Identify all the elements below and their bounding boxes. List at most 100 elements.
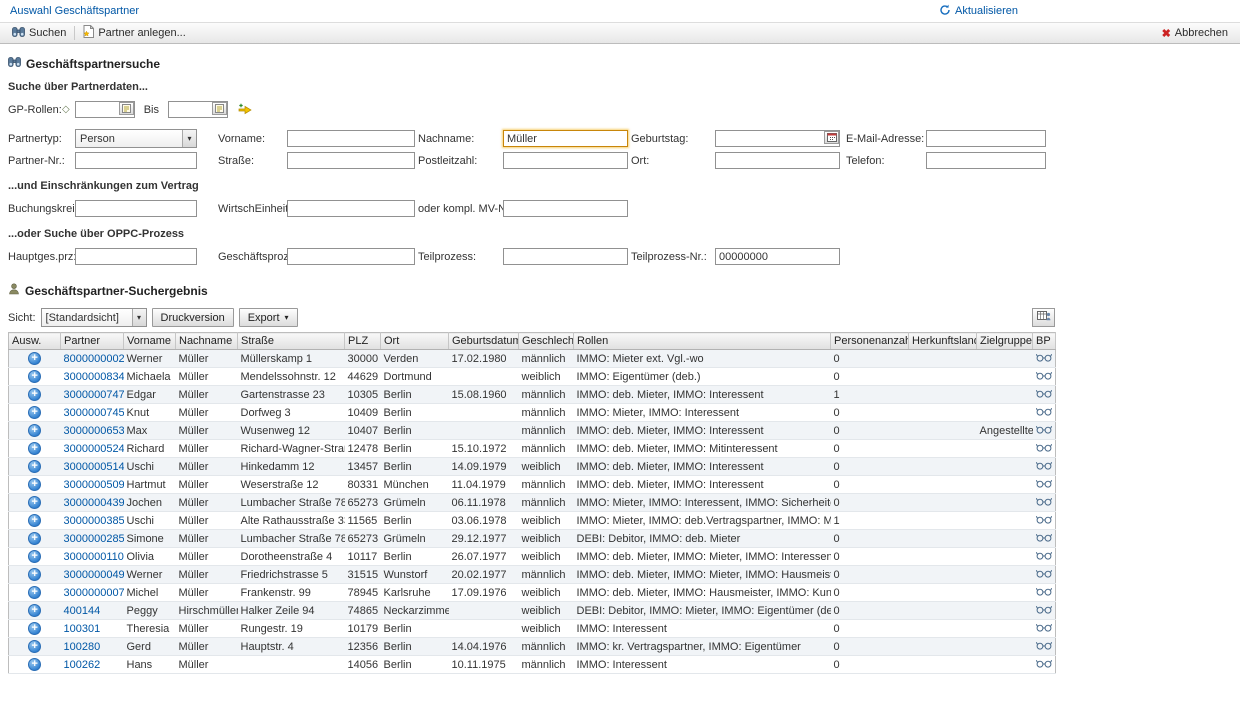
print-version-button[interactable]: Druckversion bbox=[152, 308, 234, 327]
gp-rollen-to-valuehelp-button[interactable] bbox=[212, 102, 227, 115]
select-partner-icon[interactable]: + bbox=[28, 586, 41, 599]
column-header-3[interactable]: Nachname bbox=[176, 333, 238, 350]
bp-glasses-icon[interactable] bbox=[1033, 476, 1056, 494]
partner-link[interactable]: 3000000509 bbox=[64, 479, 124, 491]
partner-link[interactable]: 3000000049 bbox=[64, 569, 124, 581]
column-header-9[interactable]: Rollen bbox=[574, 333, 831, 350]
geburtstag-input[interactable] bbox=[715, 130, 840, 147]
telefon-input[interactable] bbox=[926, 152, 1046, 169]
cell-herkunftsland bbox=[909, 476, 977, 494]
select-partner-icon[interactable]: + bbox=[28, 514, 41, 527]
partnertyp-select[interactable]: Person ▾ bbox=[75, 129, 197, 148]
select-partner-icon[interactable]: + bbox=[28, 424, 41, 437]
partner-link[interactable]: 3000000385 bbox=[64, 515, 124, 527]
partner-link[interactable]: 100280 bbox=[64, 641, 101, 653]
search-button[interactable]: Suchen bbox=[6, 23, 72, 43]
bp-glasses-icon[interactable] bbox=[1033, 404, 1056, 422]
partner-nr-input[interactable] bbox=[75, 152, 197, 169]
partner-link[interactable]: 3000000747 bbox=[64, 389, 124, 401]
select-partner-icon[interactable]: + bbox=[28, 460, 41, 473]
bp-glasses-icon[interactable] bbox=[1033, 458, 1056, 476]
hauptgesprz-input[interactable] bbox=[75, 248, 197, 265]
teilprozess-nr-input[interactable] bbox=[715, 248, 840, 265]
column-header-12[interactable]: Zielgruppe bbox=[977, 333, 1033, 350]
multiple-selection-icon[interactable] bbox=[238, 103, 252, 116]
partner-link[interactable]: 3000000653 bbox=[64, 425, 124, 437]
partner-link[interactable]: 3000000745 bbox=[64, 407, 124, 419]
email-input[interactable] bbox=[926, 130, 1046, 147]
partner-link[interactable]: 3000000834 bbox=[64, 371, 124, 383]
partner-link[interactable]: 3000000524 bbox=[64, 443, 124, 455]
bp-glasses-icon[interactable] bbox=[1033, 512, 1056, 530]
partner-link[interactable]: 400144 bbox=[64, 605, 101, 617]
cancel-button[interactable]: ✖ Abbrechen bbox=[1156, 23, 1234, 43]
bp-glasses-icon[interactable] bbox=[1033, 656, 1056, 674]
wirtsch-einheit-input[interactable] bbox=[287, 200, 415, 217]
partner-link[interactable]: 3000000514 bbox=[64, 461, 124, 473]
column-header-10[interactable]: Personenanzahl bbox=[831, 333, 909, 350]
select-partner-icon[interactable]: + bbox=[28, 352, 41, 365]
partner-link[interactable]: 100301 bbox=[64, 623, 101, 635]
bp-glasses-icon[interactable] bbox=[1033, 584, 1056, 602]
bp-glasses-icon[interactable] bbox=[1033, 494, 1056, 512]
breadcrumb[interactable]: Auswahl Geschäftspartner bbox=[10, 5, 139, 17]
bp-glasses-icon[interactable] bbox=[1033, 620, 1056, 638]
bp-glasses-icon[interactable] bbox=[1033, 440, 1056, 458]
column-header-11[interactable]: Herkunftsland bbox=[909, 333, 977, 350]
buchungskreis-input[interactable] bbox=[75, 200, 197, 217]
select-partner-icon[interactable]: + bbox=[28, 568, 41, 581]
column-header-2[interactable]: Vorname bbox=[124, 333, 176, 350]
select-partner-icon[interactable]: + bbox=[28, 604, 41, 617]
teilprozess-input[interactable] bbox=[503, 248, 628, 265]
column-header-0[interactable]: Ausw. bbox=[9, 333, 61, 350]
bp-glasses-icon[interactable] bbox=[1033, 548, 1056, 566]
partner-link[interactable]: 3000000110 bbox=[64, 551, 124, 563]
partner-link[interactable]: 3000000285 bbox=[64, 533, 124, 545]
bp-glasses-icon[interactable] bbox=[1033, 386, 1056, 404]
bp-glasses-icon[interactable] bbox=[1033, 530, 1056, 548]
geschaeftsproz-input[interactable] bbox=[287, 248, 415, 265]
column-header-8[interactable]: Geschlecht bbox=[519, 333, 574, 350]
gp-rollen-from-valuehelp-button[interactable] bbox=[119, 102, 134, 115]
table-settings-button[interactable] bbox=[1032, 308, 1055, 327]
select-partner-icon[interactable]: + bbox=[28, 388, 41, 401]
select-partner-icon[interactable]: + bbox=[28, 658, 41, 671]
partner-link[interactable]: 3000000439 bbox=[64, 497, 124, 509]
column-header-13[interactable]: BP bbox=[1033, 333, 1056, 350]
column-header-4[interactable]: Straße bbox=[238, 333, 345, 350]
view-select[interactable]: [Standardsicht] ▾ bbox=[41, 308, 147, 327]
column-header-6[interactable]: Ort bbox=[381, 333, 449, 350]
select-partner-icon[interactable]: + bbox=[28, 550, 41, 563]
bp-glasses-icon[interactable] bbox=[1033, 422, 1056, 440]
partner-link[interactable]: 8000000002 bbox=[64, 353, 124, 365]
column-header-5[interactable]: PLZ bbox=[345, 333, 381, 350]
strasse-input[interactable] bbox=[287, 152, 415, 169]
results-section-title-text: Geschäftspartner-Suchergebnis bbox=[25, 284, 208, 298]
postleitzahl-input[interactable] bbox=[503, 152, 628, 169]
partner-link[interactable]: 3000000007 bbox=[64, 587, 124, 599]
select-partner-icon[interactable]: + bbox=[28, 532, 41, 545]
bp-glasses-icon[interactable] bbox=[1033, 566, 1056, 584]
column-header-1[interactable]: Partner bbox=[61, 333, 124, 350]
vorname-input[interactable] bbox=[287, 130, 415, 147]
select-partner-icon[interactable]: + bbox=[28, 370, 41, 383]
bp-glasses-icon[interactable] bbox=[1033, 368, 1056, 386]
select-partner-icon[interactable]: + bbox=[28, 640, 41, 653]
mv-nr-input[interactable] bbox=[503, 200, 628, 217]
select-partner-icon[interactable]: + bbox=[28, 406, 41, 419]
export-button[interactable]: Export ▾ bbox=[239, 308, 298, 327]
bp-glasses-icon[interactable] bbox=[1033, 350, 1056, 368]
date-picker-button[interactable] bbox=[824, 131, 839, 144]
select-partner-icon[interactable]: + bbox=[28, 442, 41, 455]
bp-glasses-icon[interactable] bbox=[1033, 638, 1056, 656]
bp-glasses-icon[interactable] bbox=[1033, 602, 1056, 620]
create-partner-button[interactable]: Partner anlegen... bbox=[77, 23, 191, 43]
select-partner-icon[interactable]: + bbox=[28, 496, 41, 509]
select-partner-icon[interactable]: + bbox=[28, 478, 41, 491]
column-header-7[interactable]: Geburtsdatum bbox=[449, 333, 519, 350]
nachname-input[interactable] bbox=[503, 130, 628, 147]
select-partner-icon[interactable]: + bbox=[28, 622, 41, 635]
refresh-button[interactable]: Aktualisieren bbox=[939, 4, 1018, 19]
ort-input[interactable] bbox=[715, 152, 840, 169]
partner-link[interactable]: 100262 bbox=[64, 659, 101, 671]
